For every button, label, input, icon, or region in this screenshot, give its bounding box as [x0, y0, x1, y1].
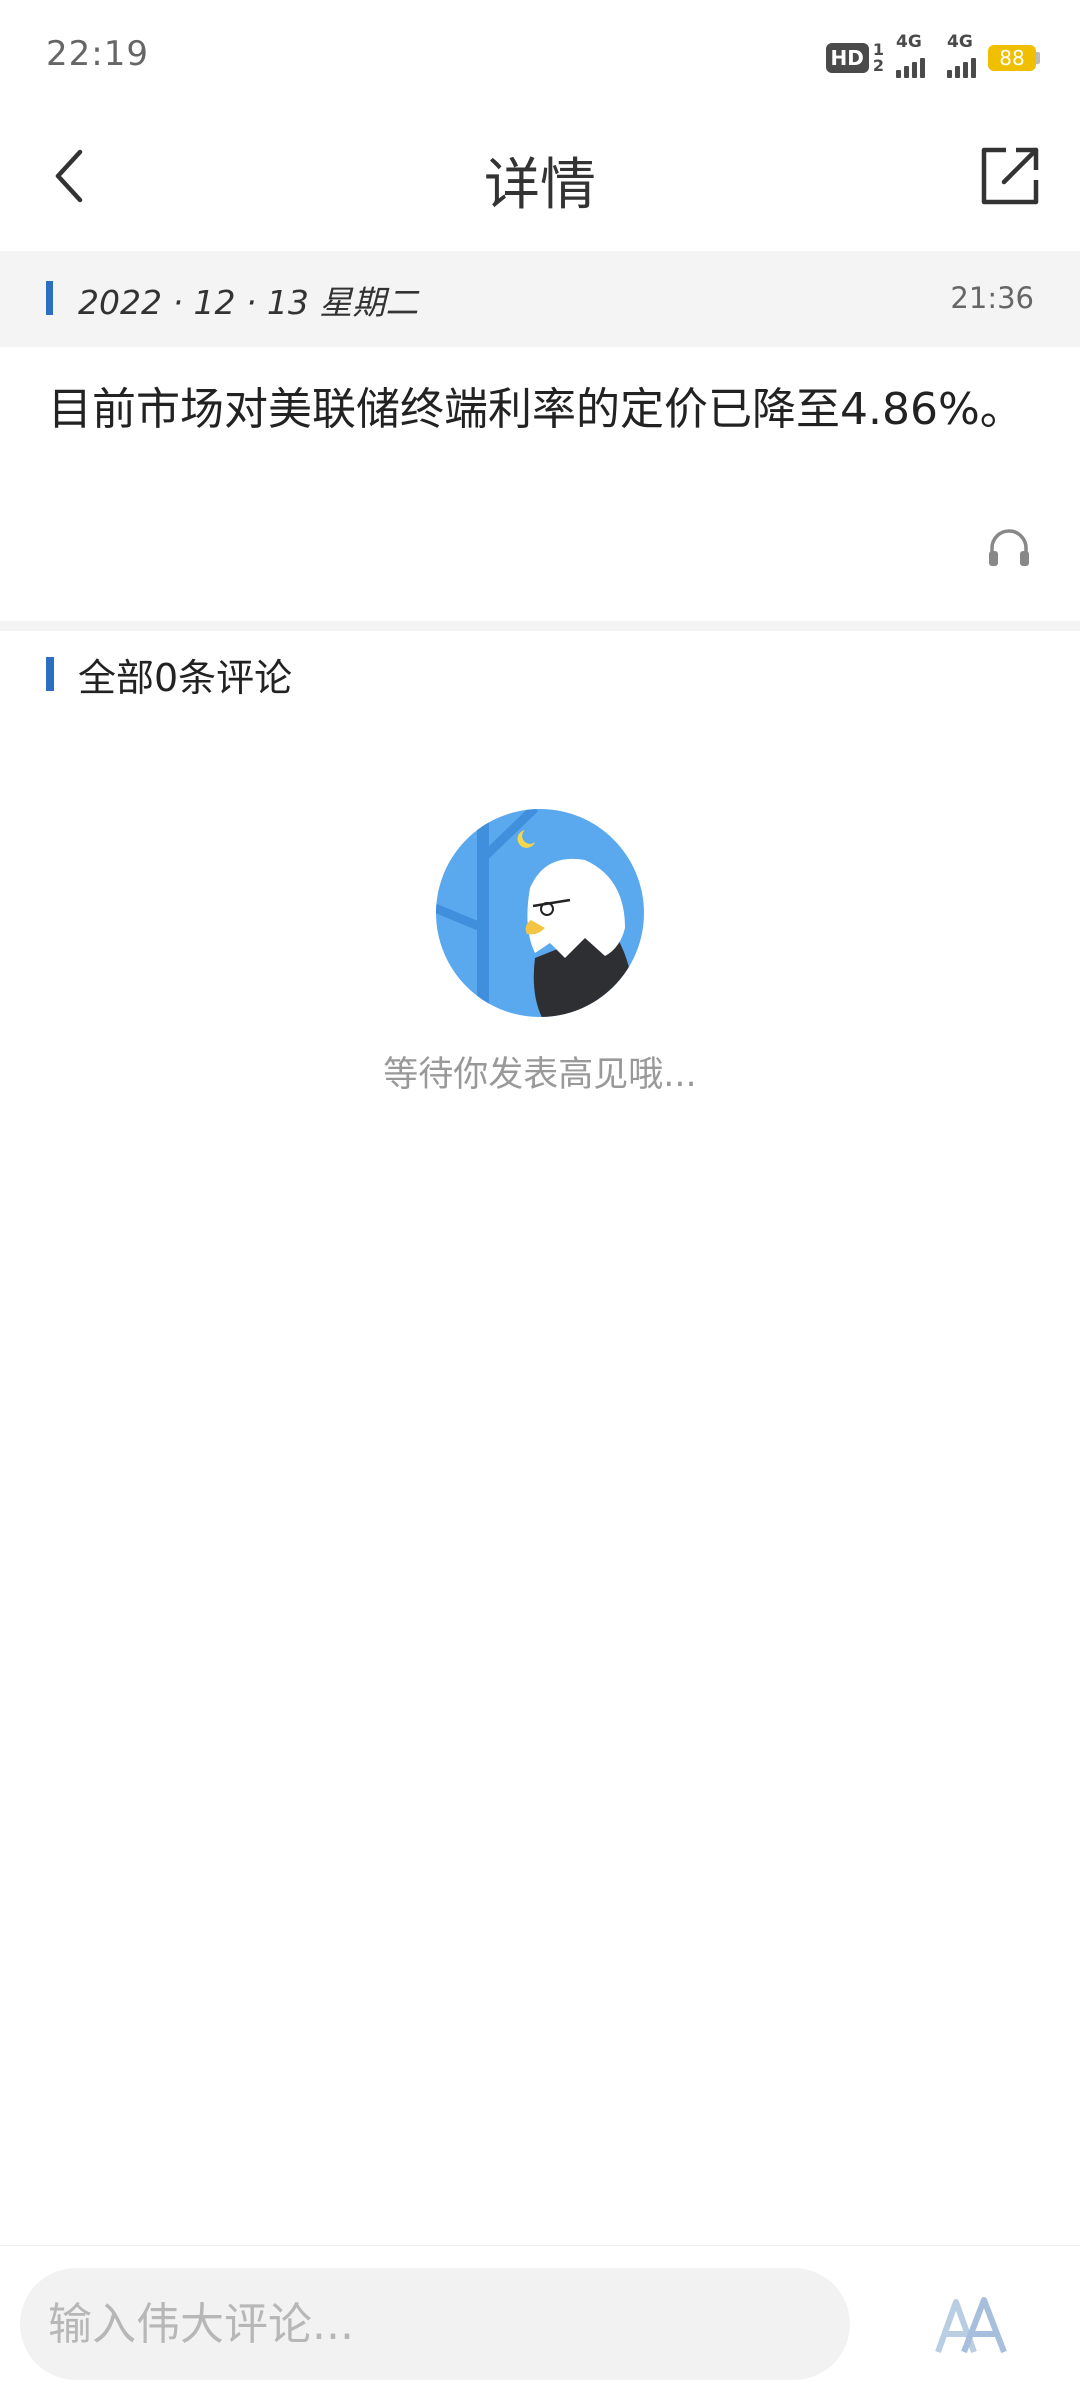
- headphones-icon: [989, 529, 1029, 566]
- comments-header: 全部0条评论: [78, 656, 293, 700]
- share-button[interactable]: [970, 136, 1050, 216]
- comment-input[interactable]: [20, 2268, 850, 2380]
- listen-button[interactable]: [984, 522, 1034, 572]
- status-icons: HD 1 2 4G 4G 88: [825, 32, 1040, 78]
- article-date: 2022 · 12 · 13 星期二: [78, 283, 419, 322]
- signal-icon-2: 4G: [947, 32, 976, 78]
- status-bar: 22:19 HD 1 2 4G 4G 88: [0, 0, 1080, 110]
- hd-icon: HD: [825, 43, 869, 73]
- page-title: 详情: [484, 153, 596, 218]
- status-time: 22:19: [46, 34, 149, 74]
- back-button[interactable]: [30, 136, 110, 216]
- font-size-button[interactable]: [934, 2290, 1014, 2360]
- font-size-icon: [935, 2297, 1007, 2354]
- sim-label-2: 2: [872, 56, 884, 75]
- share-external-icon: [981, 147, 1039, 205]
- date-strip: 2022 · 12 · 13 星期二 21:36: [0, 251, 1080, 347]
- network-type-2: 4G: [947, 32, 973, 52]
- comments-accent-bar: [46, 657, 54, 691]
- empty-comments-text: 等待你发表高见哦...: [383, 1055, 697, 1095]
- network-type-1: 4G: [896, 32, 922, 52]
- chevron-left-icon: [55, 149, 83, 203]
- article-content: 目前市场对美联储终端利率的定价已降至4.86%。: [48, 384, 1024, 435]
- sim-indicator: 1 2: [873, 42, 884, 74]
- date-accent-bar: [46, 281, 53, 315]
- signal-icon-1: 4G: [896, 32, 925, 78]
- battery-icon: 88: [988, 45, 1040, 71]
- battery-level: 88: [988, 45, 1036, 71]
- section-divider: [0, 621, 1080, 631]
- article-time: 21:36: [950, 281, 1034, 315]
- eagle-illustration: [435, 808, 645, 1018]
- nav-bar: 详情: [0, 110, 1080, 250]
- comment-bar: [0, 2245, 1080, 2401]
